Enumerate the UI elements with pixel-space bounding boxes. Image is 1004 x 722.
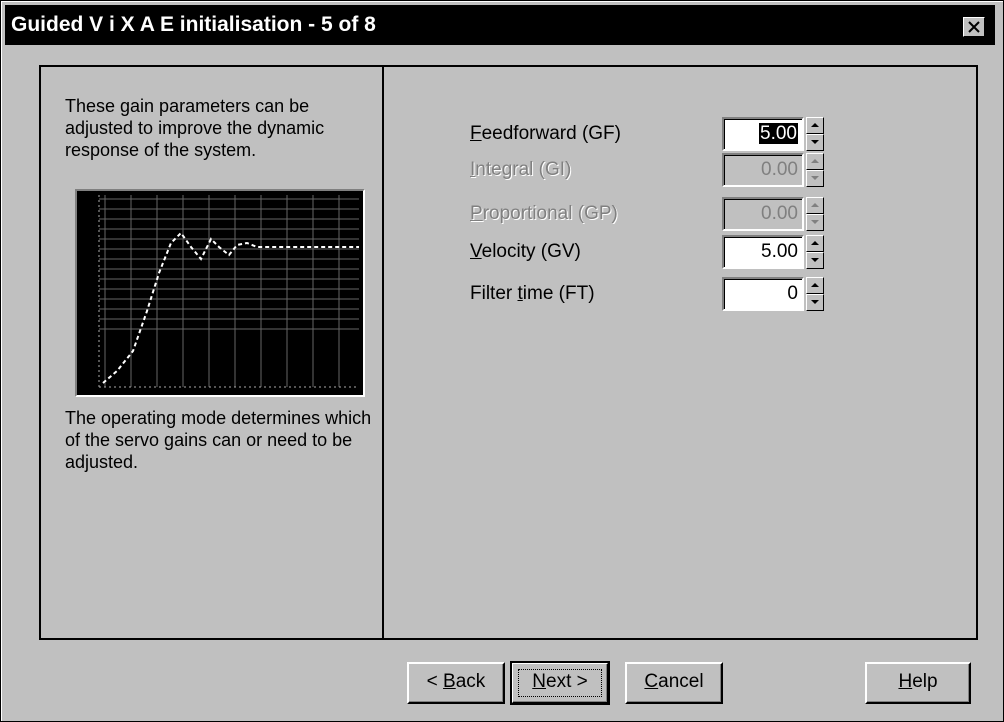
param-value-field[interactable]: 0 — [722, 277, 804, 311]
arrow-down-icon — [811, 140, 819, 144]
param-spinbox: 0.00 — [722, 153, 826, 187]
cancel-mnemonic: C — [644, 671, 659, 692]
help-button[interactable]: Help — [865, 662, 971, 704]
spin-up-button — [806, 197, 824, 214]
param-value-field[interactable]: 5.00 — [722, 117, 804, 151]
close-button[interactable] — [963, 17, 985, 37]
param-label: Feedforward (GF) — [470, 123, 621, 145]
param-value: 5.00 — [759, 123, 798, 144]
spin-arrows — [806, 197, 824, 231]
gain-description: These gain parameters can be adjusted to… — [65, 96, 325, 160]
info-panel: These gain parameters can be adjusted to… — [39, 65, 384, 640]
spin-arrows — [806, 153, 824, 187]
param-value: 0 — [787, 283, 798, 304]
param-value-field: 0.00 — [722, 153, 804, 187]
spin-arrows — [806, 235, 824, 269]
param-label-mnemonic: P — [470, 203, 483, 224]
spin-down-button — [806, 170, 824, 187]
window-title: Guided V i X A E initialisation - 5 of 8 — [11, 13, 376, 36]
step-response-plot — [98, 195, 359, 388]
param-label: Velocity (GV) — [470, 241, 581, 263]
param-label-suffix: ntegral (GI) — [475, 159, 572, 180]
param-label-suffix: ime (FT) — [522, 283, 595, 304]
param-value: 0.00 — [761, 159, 798, 180]
param-label: Filter time (FT) — [470, 283, 595, 305]
close-icon — [968, 21, 980, 33]
param-spinbox[interactable]: 5.00 — [722, 235, 826, 269]
next-mnemonic: N — [532, 671, 546, 692]
parameters-panel: Feedforward (GF) 5.00 Integral (GI) 0.00 Pro… — [384, 65, 978, 640]
wizard-window: Guided V i X A E initialisation - 5 of 8… — [0, 0, 1004, 722]
spin-up-button — [806, 153, 824, 170]
spin-up-button[interactable] — [806, 277, 824, 294]
spin-up-button[interactable] — [806, 235, 824, 252]
param-spinbox[interactable]: 5.00 — [722, 117, 826, 151]
back-prefix: < — [426, 671, 444, 692]
next-suffix: ext > — [546, 671, 588, 692]
param-label-suffix: eedforward (GF) — [481, 123, 621, 144]
spin-down-button[interactable] — [806, 134, 824, 151]
cancel-button[interactable]: Cancel — [625, 662, 723, 704]
param-label-prefix: Filter — [470, 283, 518, 304]
arrow-up-icon — [811, 203, 819, 207]
param-label-suffix: roportional (GP) — [482, 203, 618, 224]
back-suffix: ack — [455, 671, 486, 692]
param-value: 5.00 — [761, 241, 798, 262]
param-label-suffix: elocity (GV) — [481, 241, 581, 262]
mode-description: The operating mode determines which of t… — [65, 408, 372, 472]
param-spinbox[interactable]: 0 — [722, 277, 826, 311]
param-spinbox: 0.00 — [722, 197, 826, 231]
param-label: Proportional (GP) — [470, 203, 618, 225]
param-value: 0.00 — [761, 203, 798, 224]
response-graph — [75, 189, 365, 397]
param-label-mnemonic: V — [470, 241, 482, 262]
arrow-down-icon — [811, 176, 819, 180]
spin-down-button[interactable] — [806, 294, 824, 311]
arrow-down-icon — [811, 220, 819, 224]
arrow-up-icon — [811, 241, 819, 245]
arrow-down-icon — [811, 300, 819, 304]
spin-down-button[interactable] — [806, 252, 824, 269]
arrow-up-icon — [811, 283, 819, 287]
param-label-mnemonic: F — [470, 123, 482, 144]
arrow-up-icon — [811, 159, 819, 163]
param-value-field[interactable]: 5.00 — [722, 235, 804, 269]
title-bar[interactable]: Guided V i X A E initialisation - 5 of 8 — [5, 5, 995, 45]
next-button[interactable]: Next > — [510, 661, 610, 705]
arrow-up-icon — [811, 123, 819, 127]
arrow-down-icon — [811, 258, 819, 262]
param-value-field: 0.00 — [722, 197, 804, 231]
help-mnemonic: H — [898, 671, 913, 692]
spin-up-button[interactable] — [806, 117, 824, 134]
spin-down-button — [806, 214, 824, 231]
back-button[interactable]: < Back — [407, 662, 505, 704]
spin-arrows — [806, 117, 824, 151]
response-curve — [102, 231, 359, 384]
spin-arrows — [806, 277, 824, 311]
back-mnemonic: B — [443, 671, 456, 692]
help-suffix: elp — [912, 671, 938, 692]
param-label: Integral (GI) — [470, 159, 571, 181]
cancel-suffix: ancel — [658, 671, 704, 692]
